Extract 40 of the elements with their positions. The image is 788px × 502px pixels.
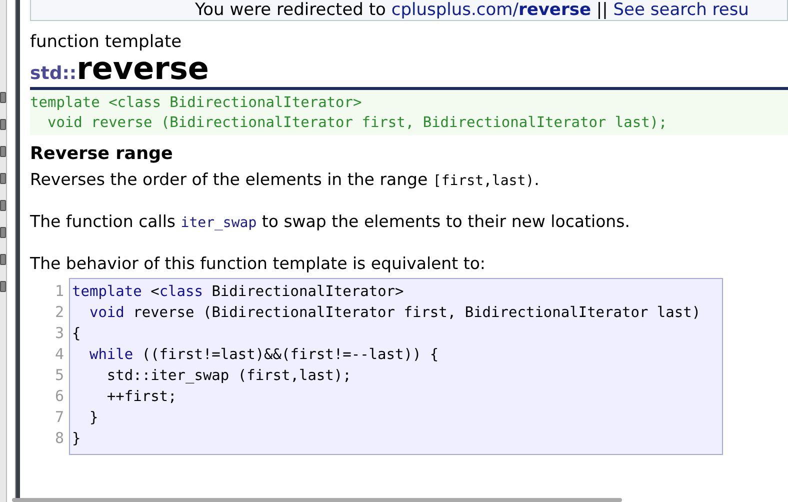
- banner-link[interactable]: See search resu: [613, 0, 749, 20]
- splitter-handle-icon[interactable]: [0, 200, 6, 211]
- line-number: 1: [54, 281, 64, 302]
- line-number: 3: [54, 323, 64, 344]
- link[interactable]: iter_swap: [180, 215, 257, 231]
- splitter-handle-icon[interactable]: [0, 92, 6, 103]
- paragraph: Reverses the order of the elements in the range [first,last).: [30, 169, 540, 191]
- section-heading: Reverse range: [30, 143, 174, 165]
- code-line: void reverse (BidirectionalIterator first, BidirectionalIterator last): [88, 304, 702, 323]
- banner-text: ||: [595, 0, 609, 20]
- line-number: 6: [54, 386, 64, 407]
- splitter-handle-icon[interactable]: [0, 119, 6, 130]
- line-number: 8: [54, 428, 64, 449]
- line-number: 2: [54, 302, 64, 323]
- banner-link[interactable]: reverse: [518, 0, 591, 20]
- line-number: 7: [54, 407, 64, 428]
- prototype-line: template <class BidirectionalIterator>: [30, 94, 363, 113]
- code-line: ++first;: [106, 388, 178, 407]
- banner-link[interactable]: cplusplus.com/: [391, 0, 518, 20]
- function-title: reverse: [76, 51, 209, 87]
- splitter-handle-icon[interactable]: [0, 146, 6, 157]
- splitter-handle-icon[interactable]: [0, 281, 6, 292]
- kind-label: function template: [30, 31, 183, 53]
- splitter-handle-icon[interactable]: [0, 227, 6, 238]
- banner-text: You were redirected to: [195, 0, 387, 20]
- prototype-line: void reverse (BidirectionalIterator first, BidirectionalIterator last);: [46, 114, 668, 133]
- paragraph: The function calls iter_swap to swap the elements to their new locations.: [30, 211, 631, 233]
- code-line: std::iter_swap (first,last);: [106, 367, 352, 386]
- namespace-label: std::: [30, 63, 77, 84]
- code-line: {: [72, 325, 82, 344]
- code-line: while ((first!=last)&&(first!=--last)) {: [88, 346, 440, 365]
- splitter-handle-icon[interactable]: [0, 254, 6, 265]
- paragraph: The behavior of this function template is equivalent to:: [30, 253, 486, 275]
- code-line: template <class BidirectionalIterator>: [72, 283, 405, 302]
- line-number: 4: [54, 344, 64, 365]
- code-line: }: [72, 430, 82, 449]
- horizontal-scrollbar[interactable]: [12, 498, 622, 502]
- code-line: }: [88, 409, 100, 428]
- splitter-handle-icon[interactable]: [0, 173, 6, 184]
- line-number: 5: [54, 365, 64, 386]
